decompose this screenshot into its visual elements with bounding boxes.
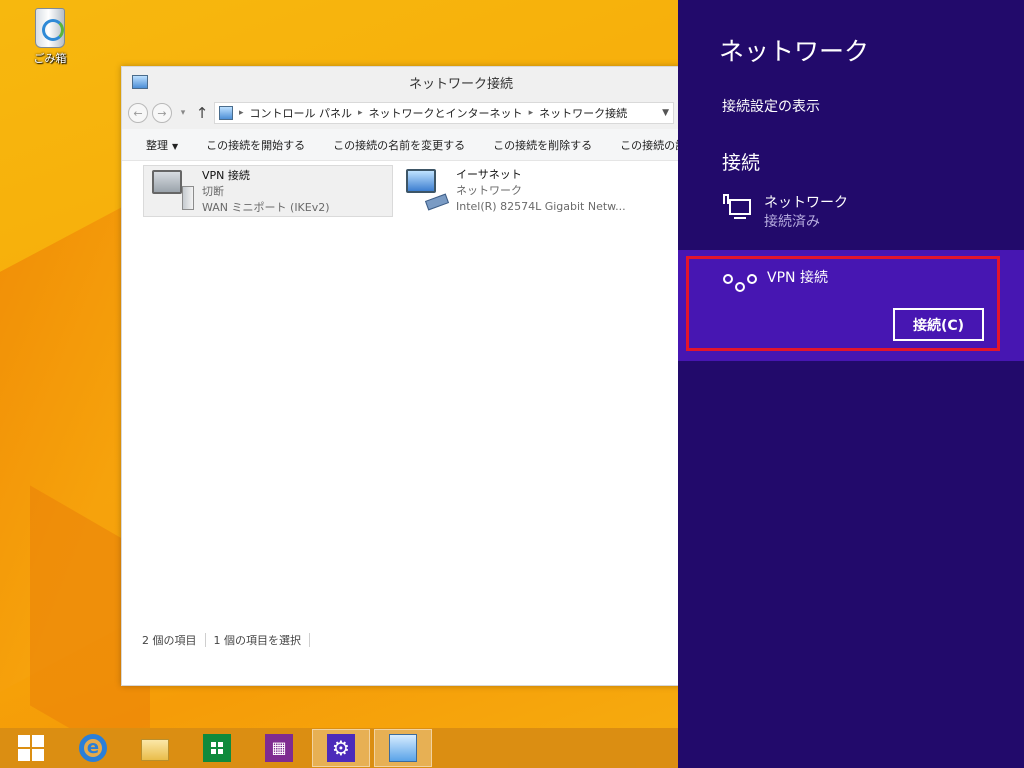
- recent-locations-dropdown[interactable]: ▾: [176, 108, 190, 118]
- window-title: ネットワーク接続: [408, 76, 513, 92]
- start-button[interactable]: [0, 728, 62, 768]
- organize-menu[interactable]: 整理 ▼: [146, 137, 178, 153]
- recycle-bin-icon: [35, 8, 65, 48]
- start-connection-button[interactable]: この接続を開始する: [206, 137, 305, 153]
- item-name: VPN 接続: [202, 169, 250, 182]
- network-connections-taskbar-button[interactable]: [374, 729, 432, 767]
- status-divider: [204, 633, 206, 647]
- chevron-down-icon[interactable]: ▼: [662, 108, 669, 118]
- item-status: ネットワーク: [456, 184, 522, 197]
- maps-button[interactable]: ▦: [248, 728, 310, 768]
- wired-network-icon: [722, 194, 754, 224]
- back-button[interactable]: ←: [128, 103, 148, 123]
- connect-button[interactable]: 接続(C): [893, 308, 984, 341]
- vpn-connection-item[interactable]: VPN 接続 切断 WAN ミニポート (IKEv2): [143, 165, 393, 217]
- navigation-bar: ← → ▾ ↑ ▸ コントロール パネル ▸ ネットワークとインターネット ▸ …: [122, 97, 680, 129]
- store-button[interactable]: [186, 728, 248, 768]
- item-count: 2 個の項目: [142, 634, 197, 647]
- delete-connection-button[interactable]: この接続を削除する: [493, 137, 592, 153]
- recycle-bin-label: ごみ箱: [33, 52, 67, 65]
- breadcrumb-separator-icon[interactable]: ▸: [529, 108, 534, 118]
- change-settings-button[interactable]: この接続の設: [620, 137, 680, 153]
- settings-icon: ⚙: [327, 734, 355, 762]
- maps-icon: ▦: [265, 734, 293, 762]
- view-connection-settings-link[interactable]: 接続設定の表示: [722, 96, 820, 116]
- internet-explorer-icon: e: [79, 734, 107, 762]
- command-bar: 整理 ▼ この接続を開始する この接続の名前を変更する この接続を削除する この接…: [122, 129, 680, 161]
- breadcrumb-separator-icon[interactable]: ▸: [239, 108, 244, 118]
- network-connections-icon[interactable]: [132, 75, 148, 89]
- vpn-name: VPN 接続: [767, 270, 828, 286]
- connections-heading: 接続: [722, 152, 761, 174]
- item-device: WAN ミニポート (IKEv2): [202, 201, 330, 214]
- item-status: 切断: [202, 185, 224, 198]
- settings-button[interactable]: ⚙: [312, 729, 370, 767]
- breadcrumb-control-panel[interactable]: コントロール パネル: [250, 105, 353, 121]
- store-icon: [203, 734, 231, 762]
- network-connections-icon: [389, 734, 417, 762]
- vpn-connection-entry[interactable]: VPN 接続 接続(C): [678, 250, 1024, 361]
- file-explorer-icon: [141, 739, 169, 761]
- organize-label: 整理: [146, 138, 168, 152]
- selected-count: 1 個の項目を選択: [213, 634, 302, 647]
- item-name: イーサネット: [456, 168, 522, 181]
- item-device: Intel(R) 82574L Gigabit Netw...: [456, 200, 626, 213]
- status-divider: [309, 633, 310, 647]
- vpn-connection-icon: [148, 168, 196, 214]
- caret-down-icon: ▼: [172, 141, 179, 151]
- network-charm-pane: ネットワーク 接続設定の表示 接続 ネットワーク 接続済み VPN 接続 接続(…: [678, 0, 1024, 768]
- status-bar: 2 個の項目 1 個の項目を選択: [122, 625, 680, 655]
- address-bar[interactable]: ▸ コントロール パネル ▸ ネットワークとインターネット ▸ ネットワーク接続…: [214, 102, 674, 124]
- network-connection-entry[interactable]: ネットワーク 接続済み: [722, 194, 848, 232]
- window-titlebar[interactable]: ネットワーク接続: [122, 67, 680, 97]
- vpn-icon: [723, 268, 757, 294]
- up-button[interactable]: ↑: [194, 104, 210, 122]
- pane-title: ネットワーク: [719, 37, 870, 66]
- recycle-bin-shortcut[interactable]: ごみ箱: [22, 8, 78, 66]
- breadcrumb-network-internet[interactable]: ネットワークとインターネット: [369, 105, 523, 121]
- file-explorer-button[interactable]: [124, 728, 186, 768]
- control-panel-icon: [219, 106, 233, 120]
- forward-button[interactable]: →: [152, 103, 172, 123]
- network-name: ネットワーク: [764, 195, 848, 211]
- breadcrumb-network-connections[interactable]: ネットワーク接続: [539, 105, 627, 121]
- ethernet-connection-item[interactable]: イーサネット ネットワーク Intel(R) 82574L Gigabit Ne…: [398, 165, 648, 217]
- breadcrumb-separator-icon[interactable]: ▸: [358, 108, 363, 118]
- windows-start-icon: [18, 735, 44, 761]
- network-status: 接続済み: [764, 214, 820, 230]
- ethernet-connection-icon: [402, 167, 450, 213]
- internet-explorer-button[interactable]: e: [62, 728, 124, 768]
- connections-list: VPN 接続 切断 WAN ミニポート (IKEv2) イーサネット ネットワー…: [122, 161, 680, 655]
- rename-connection-button[interactable]: この接続の名前を変更する: [333, 137, 465, 153]
- network-connections-window: ネットワーク接続 ← → ▾ ↑ ▸ コントロール パネル ▸ ネットワークとイ…: [121, 66, 681, 686]
